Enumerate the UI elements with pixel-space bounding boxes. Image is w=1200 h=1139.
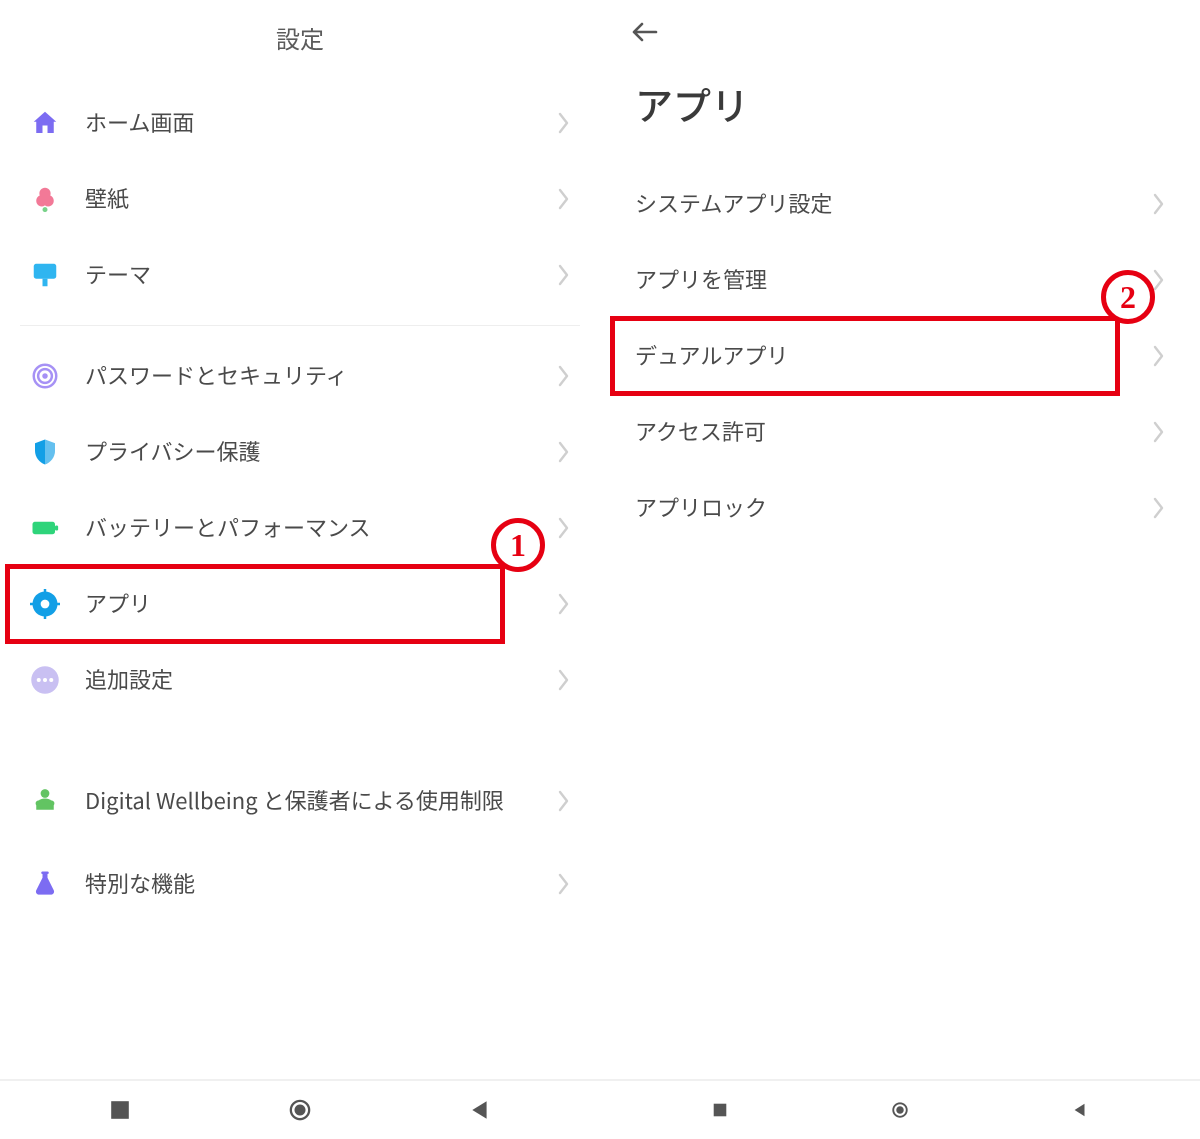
settings-item-label: 壁紙	[85, 184, 558, 214]
chevron-right-icon	[558, 264, 570, 286]
chevron-right-icon	[558, 669, 570, 691]
navigation-bar	[0, 1079, 600, 1139]
settings-item-label: Digital Wellbeing と保護者による使用制限	[85, 786, 558, 816]
flask-icon	[30, 869, 85, 899]
settings-item-label: ホーム画面	[85, 108, 558, 138]
apps-item-permissions[interactable]: アクセス許可	[600, 394, 1200, 470]
chevron-right-icon	[558, 188, 570, 210]
theme-icon	[30, 260, 85, 290]
shield-icon	[30, 437, 85, 467]
nav-recents-button[interactable]	[60, 1099, 180, 1121]
settings-item-label: テーマ	[85, 260, 558, 290]
apps-item-dual-apps[interactable]: デュアルアプリ	[600, 318, 1200, 394]
nav-recents-button[interactable]	[660, 1101, 780, 1119]
chevron-right-icon	[558, 365, 570, 387]
dots-icon	[30, 665, 85, 695]
apps-item-manage-apps[interactable]: アプリを管理	[600, 242, 1200, 318]
settings-item-apps[interactable]: アプリ	[0, 566, 600, 642]
chevron-right-icon	[558, 517, 570, 539]
gear-icon	[30, 589, 85, 619]
settings-item-digital-wellbeing[interactable]: Digital Wellbeing と保護者による使用制限	[0, 756, 600, 846]
home-icon	[30, 108, 85, 138]
settings-item-battery[interactable]: バッテリーとパフォーマンス	[0, 490, 600, 566]
chevron-right-icon	[558, 873, 570, 895]
settings-item-wallpaper[interactable]: 壁紙	[0, 161, 600, 237]
settings-item-privacy[interactable]: プライバシー保護	[0, 414, 600, 490]
navigation-bar	[600, 1079, 1200, 1139]
chevron-right-icon	[558, 593, 570, 615]
page-title: アプリ	[600, 48, 1200, 166]
settings-item-label: パスワードとセキュリティ	[85, 361, 558, 391]
nav-home-button[interactable]	[240, 1099, 360, 1121]
flower-icon	[30, 184, 85, 214]
settings-item-label: 特別な機能	[85, 869, 558, 899]
apps-item-label: アプリロック	[635, 493, 1153, 523]
chevron-right-icon	[558, 112, 570, 134]
apps-item-label: システムアプリ設定	[635, 189, 1153, 219]
apps-item-label: アクセス許可	[635, 417, 1153, 447]
settings-list: ホーム画面 壁紙 テーマ パスワードとセキュリティ	[0, 85, 600, 1079]
fingerprint-icon	[30, 361, 85, 391]
settings-item-label: アプリ	[85, 589, 558, 619]
settings-item-label: 追加設定	[85, 665, 558, 695]
divider	[20, 325, 580, 326]
chevron-right-icon	[1153, 193, 1165, 215]
settings-item-password-security[interactable]: パスワードとセキュリティ	[0, 338, 600, 414]
apps-item-app-lock[interactable]: アプリロック	[600, 470, 1200, 546]
settings-item-additional[interactable]: 追加設定	[0, 642, 600, 718]
apps-screen: アプリ システムアプリ設定 アプリを管理 デュアルアプリ 2 アクセス許可 アプ…	[600, 0, 1200, 1139]
nav-back-button[interactable]	[1020, 1101, 1140, 1119]
settings-item-label: バッテリーとパフォーマンス	[85, 513, 558, 543]
back-arrow-icon[interactable]	[630, 18, 658, 46]
chevron-right-icon	[558, 790, 570, 812]
apps-item-label: アプリを管理	[635, 265, 1153, 295]
settings-item-themes[interactable]: テーマ	[0, 237, 600, 313]
spacer	[0, 718, 600, 756]
settings-item-home-screen[interactable]: ホーム画面	[0, 85, 600, 161]
settings-item-apps-wrapper: アプリ 1	[0, 566, 600, 642]
nav-home-button[interactable]	[840, 1101, 960, 1119]
wellbeing-icon	[30, 786, 85, 816]
header	[600, 0, 1200, 48]
settings-item-special-features[interactable]: 特別な機能	[0, 846, 600, 922]
nav-back-button[interactable]	[420, 1099, 540, 1121]
apps-list: システムアプリ設定 アプリを管理 デュアルアプリ 2 アクセス許可 アプリロック	[600, 166, 1200, 1079]
apps-item-label: デュアルアプリ	[635, 341, 1153, 371]
battery-icon	[30, 513, 85, 543]
chevron-right-icon	[1153, 269, 1165, 291]
page-title: 設定	[0, 0, 600, 85]
settings-screen: 設定 ホーム画面 壁紙 テーマ	[0, 0, 600, 1139]
chevron-right-icon	[1153, 421, 1165, 443]
settings-item-label: プライバシー保護	[85, 437, 558, 467]
apps-item-dual-apps-wrapper: デュアルアプリ 2	[600, 318, 1200, 394]
chevron-right-icon	[1153, 497, 1165, 519]
chevron-right-icon	[558, 441, 570, 463]
apps-item-system-app-settings[interactable]: システムアプリ設定	[600, 166, 1200, 242]
chevron-right-icon	[1153, 345, 1165, 367]
